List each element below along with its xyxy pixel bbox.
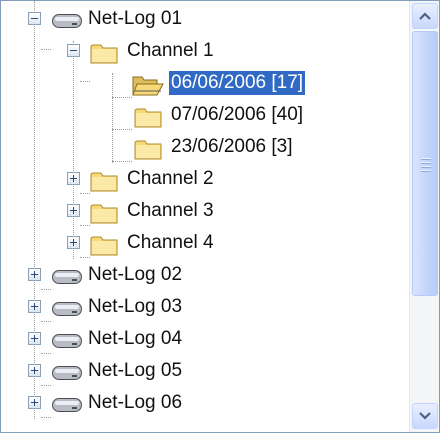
tree-node-label-selected[interactable]: 06/06/2006 [17] [169,71,306,95]
scroll-down-button[interactable] [412,403,438,429]
arrow-down-icon [419,412,431,420]
folder-icon [90,204,118,224]
tree-node-date-3[interactable]: 23/06/2006 [3] [1,131,409,163]
folder-icon [90,172,118,192]
tree-node-channel-2[interactable]: Channel 2 [1,163,409,195]
collapse-toggle-icon[interactable] [67,44,80,57]
tree-node-netlog-05[interactable]: Net-Log 05 [1,355,409,387]
collapse-toggle-icon[interactable] [28,12,41,25]
scrollbar-grip [421,158,431,160]
scrollbar-grip [421,170,431,172]
tree-node-label[interactable]: Net-Log 02 [86,263,184,287]
tree-node-netlog-03[interactable]: Net-Log 03 [1,291,409,323]
folder-icon [134,140,162,160]
tree-view-window: Net-Log 01 Channel 1 06/06/2006 [17] 07/… [0,0,440,433]
expand-toggle-icon[interactable] [28,364,41,377]
device-icon [52,366,82,380]
vertical-scrollbar[interactable] [409,1,439,432]
tree-node-label[interactable]: 23/06/2006 [3] [169,135,295,159]
expand-toggle-icon[interactable] [67,204,80,217]
scrollbar-thumb[interactable] [412,31,438,296]
tree-node-date-1[interactable]: 06/06/2006 [17] [1,67,409,99]
scrollbar-grip [421,166,431,168]
device-icon [52,334,82,348]
device-icon [52,302,82,316]
device-icon [52,14,82,28]
expand-toggle-icon[interactable] [28,300,41,313]
scrollbar-grip [421,162,431,164]
tree-node-label[interactable]: 07/06/2006 [40] [169,103,305,127]
device-icon [52,398,82,412]
expand-toggle-icon[interactable] [28,396,41,409]
tree-node-label[interactable]: Net-Log 04 [86,327,184,351]
tree-node-date-2[interactable]: 07/06/2006 [40] [1,99,409,131]
folder-icon [90,44,118,64]
tree-node-label[interactable]: Channel 4 [125,231,216,255]
expand-toggle-icon[interactable] [67,236,80,249]
tree-node-label[interactable]: Net-Log 05 [86,359,184,383]
scroll-up-button[interactable] [412,3,438,29]
tree-view: Net-Log 01 Channel 1 06/06/2006 [17] 07/… [1,1,409,432]
tree-node-label[interactable]: Net-Log 03 [86,295,184,319]
expand-toggle-icon[interactable] [28,268,41,281]
tree-node-label[interactable]: Net-Log 06 [86,391,184,415]
tree-node-netlog-02[interactable]: Net-Log 02 [1,259,409,291]
expand-toggle-icon[interactable] [67,172,80,185]
folder-icon [134,108,162,128]
tree-node-label[interactable]: Net-Log 01 [86,7,184,31]
tree-node-label[interactable]: Channel 1 [125,39,216,63]
tree-node-netlog-06[interactable]: Net-Log 06 [1,387,409,419]
tree-node-channel-4[interactable]: Channel 4 [1,227,409,259]
tree-node-label[interactable]: Channel 3 [125,199,216,223]
device-icon [52,270,82,284]
tree-node-channel-1[interactable]: Channel 1 [1,35,409,67]
tree-node-netlog-04[interactable]: Net-Log 04 [1,323,409,355]
expand-toggle-icon[interactable] [28,332,41,345]
folder-open-icon [132,76,164,96]
tree-node-channel-3[interactable]: Channel 3 [1,195,409,227]
tree-node-netlog-01[interactable]: Net-Log 01 [1,3,409,35]
tree-node-label[interactable]: Channel 2 [125,167,216,191]
folder-icon [90,236,118,256]
arrow-up-icon [419,12,431,20]
